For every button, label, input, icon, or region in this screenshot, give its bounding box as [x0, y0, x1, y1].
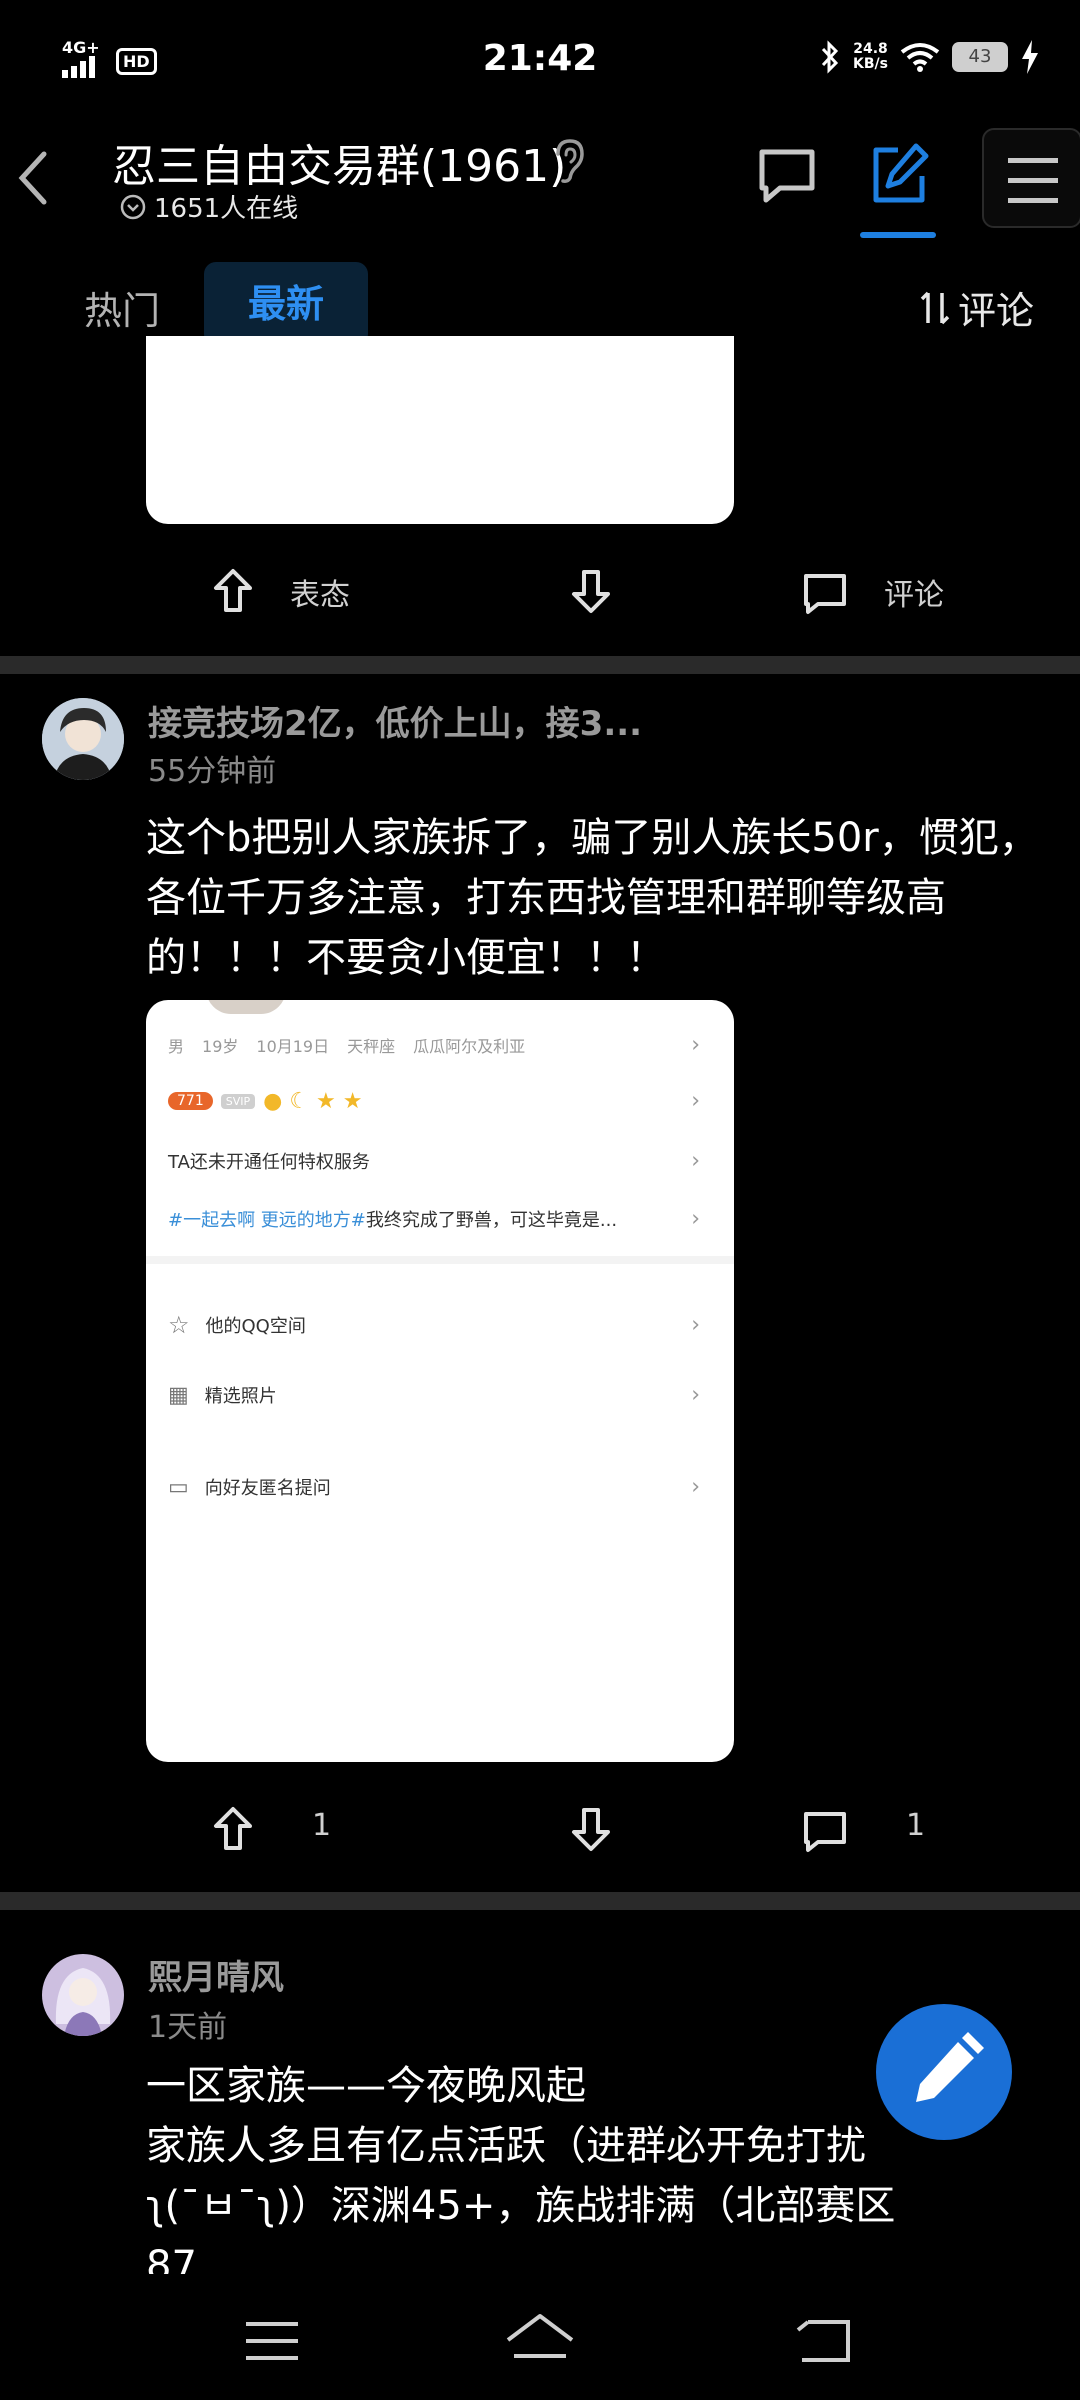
charging-icon	[1022, 40, 1038, 74]
tab-hot[interactable]: 热门	[84, 280, 160, 335]
grid-icon: ▦	[168, 1382, 189, 1408]
screenshot-level-row: 771 SVIP ● ☾ ★ ★ ›	[168, 1074, 712, 1128]
wifi-icon	[900, 43, 940, 72]
upvote-count: 1	[312, 1808, 332, 1843]
post-image[interactable]	[146, 336, 734, 524]
net-speed: 24.8 KB/s	[853, 42, 888, 72]
post-time: 1天前	[148, 2010, 228, 2045]
level-badge: 771	[168, 1092, 213, 1110]
post-screenshot-image[interactable]: 男 19岁 10月19日 天秤座 瓜瓜阿尔及利亚 › 771 SVIP ● ☾ …	[146, 1000, 734, 1762]
post-body-line: 87	[146, 2243, 197, 2274]
hamburger-menu-icon	[1008, 158, 1058, 203]
back-arrow-icon[interactable]	[14, 150, 54, 206]
screenshot-photos-row: ▦ 精选照片 ›	[168, 1368, 712, 1422]
sort-button[interactable]: 评论	[920, 280, 1034, 335]
chevron-right-icon: ›	[691, 1032, 700, 1058]
chevron-right-icon: ›	[691, 1382, 700, 1408]
post-body[interactable]: 这个b把别人家族拆了，骗了别人族长50r，惯犯，各位千万多注意，打东西找管理和群…	[146, 808, 1046, 988]
comment-icon[interactable]	[800, 568, 850, 618]
tab-new[interactable]: 最新	[204, 262, 368, 346]
net-speed-unit: KB/s	[853, 56, 888, 72]
group-title[interactable]: 忍三自由交易群(1961)	[112, 130, 566, 194]
menu-button[interactable]	[982, 128, 1080, 228]
net-speed-value: 24.8	[853, 41, 888, 57]
avatar-image	[42, 1954, 124, 2036]
location-text: 瓜瓜阿尔及利亚	[413, 1037, 526, 1056]
upvote-icon[interactable]	[208, 566, 258, 616]
status-bar: 4G+ HD 21:42 24.8 KB/s 43	[0, 0, 1080, 120]
avatar[interactable]	[42, 1954, 124, 2036]
upvote-icon[interactable]	[208, 1804, 258, 1854]
zodiac-text: 天秤座	[347, 1037, 396, 1056]
status-right: 24.8 KB/s 43	[819, 40, 1040, 74]
compose-fab-button[interactable]	[876, 2004, 1012, 2140]
screenshot-ask-row: ▭ 向好友匿名提问 ›	[168, 1460, 712, 1514]
chat-icon[interactable]	[752, 140, 822, 210]
level-icons: ● ☾ ★ ★	[263, 1088, 363, 1114]
ask-text: 向好友匿名提问	[204, 1478, 331, 1499]
avatar[interactable]	[42, 698, 124, 780]
comment-count: 1	[906, 1808, 926, 1843]
post-time: 55分钟前	[148, 754, 277, 789]
gender-text: 男	[168, 1037, 185, 1056]
screenshot-qzone-row: ☆ 他的QQ空间 ›	[168, 1298, 712, 1352]
sort-icon	[920, 291, 950, 324]
birthday-text: 10月19日	[256, 1037, 330, 1056]
chevron-right-icon: ›	[691, 1312, 700, 1338]
home-nav-icon[interactable]	[504, 2312, 576, 2368]
back-nav-icon[interactable]	[794, 2316, 854, 2366]
photos-text: 精选照片	[204, 1386, 277, 1407]
downvote-icon[interactable]	[566, 566, 616, 616]
post-divider	[0, 1892, 1080, 1910]
chevron-right-icon: ›	[691, 1474, 700, 1500]
topic-tag: #一起去啊 更远的地方#	[168, 1210, 366, 1231]
avatar-image	[42, 698, 124, 780]
age-text: 19岁	[202, 1037, 239, 1056]
post-author[interactable]: 熙月晴风	[148, 1950, 284, 1999]
qzone-text: 他的QQ空间	[205, 1316, 306, 1337]
online-check-icon	[120, 194, 146, 219]
edit-post-icon[interactable]	[864, 140, 934, 210]
sort-label: 评论	[957, 289, 1034, 333]
screenshot-privilege-row: TA还未开通任何特权服务 ›	[168, 1134, 712, 1188]
star-icon: ☆	[168, 1311, 190, 1339]
screenshot-profile-row: 男 19岁 10月19日 天秤座 瓜瓜阿尔及利亚 ›	[168, 1018, 712, 1072]
ear-icon[interactable]	[552, 138, 586, 184]
chevron-right-icon: ›	[691, 1148, 700, 1174]
pen-icon	[916, 2032, 984, 2102]
screenshot-signature-row: #一起去啊 更远的地方# 我终究成了野兽，可这毕竟是... ›	[168, 1192, 712, 1246]
question-card-icon: ▭	[168, 1474, 189, 1500]
privilege-text: TA还未开通任何特权服务	[168, 1152, 370, 1173]
post-author[interactable]: 接竞技场2亿，低价上山，接3...	[148, 696, 642, 745]
active-indicator	[860, 232, 936, 238]
screenshot-avatar-fragment	[206, 1000, 286, 1014]
comment-label[interactable]: 评论	[884, 570, 944, 614]
comment-icon[interactable]	[800, 1806, 850, 1856]
bluetooth-icon	[821, 40, 839, 74]
online-count-label: 1651人在线	[154, 194, 299, 224]
downvote-icon[interactable]	[566, 1804, 616, 1854]
react-label[interactable]: 表态	[290, 570, 350, 614]
battery-icon: 43	[952, 42, 1008, 72]
online-count: 1651人在线	[120, 188, 298, 225]
chevron-right-icon: ›	[691, 1088, 700, 1114]
chevron-right-icon: ›	[691, 1206, 700, 1232]
post-divider	[0, 656, 1080, 674]
signature-text: 我终究成了野兽，可这毕竟是...	[365, 1210, 618, 1231]
svip-badge: SVIP	[220, 1093, 256, 1109]
post-body-line: ʅ(¯ㅂ¯ʅ)）深渊45+，族战排满（北部赛区	[146, 2183, 896, 2229]
system-nav-bar	[0, 2274, 1080, 2400]
menu-nav-icon[interactable]	[242, 2316, 302, 2366]
screenshot-separator	[146, 1256, 734, 1264]
